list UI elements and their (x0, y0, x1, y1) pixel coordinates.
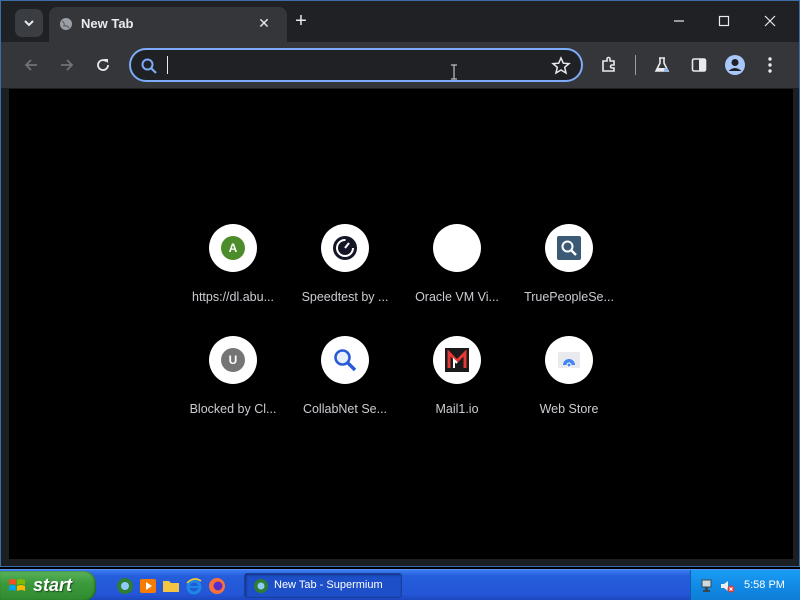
avatar-icon (725, 55, 745, 75)
task-label: New Tab - Supermium (274, 579, 383, 591)
text-caret (167, 56, 168, 74)
shortcut-tile[interactable]: CollabNet Se... (289, 336, 401, 448)
letter-a-badge-icon: A (221, 236, 245, 260)
speedometer-icon (333, 236, 357, 260)
start-label: start (33, 575, 73, 595)
maximize-icon (718, 15, 730, 27)
folder-icon[interactable] (162, 577, 180, 595)
profile-button[interactable] (723, 53, 747, 77)
tab-title: New Tab (81, 16, 134, 31)
shortcut-tile[interactable]: U Blocked by Cl... (177, 336, 289, 448)
shortcut-tile[interactable]: Oracle VM Vi... (401, 224, 513, 336)
internet-explorer-icon[interactable] (185, 577, 203, 595)
clock: 5:58 PM (744, 579, 785, 591)
bookmark-star-icon[interactable] (551, 56, 571, 76)
magnifier-icon (334, 349, 357, 372)
shortcut-favicon: U (209, 336, 257, 384)
volume-muted-icon[interactable] (719, 578, 735, 594)
shortcut-favicon (433, 336, 481, 384)
system-tray: 5:58 PM (690, 570, 800, 600)
title-bar: New Tab ✕ + (1, 1, 799, 42)
shortcut-favicon (545, 224, 593, 272)
back-button[interactable] (19, 53, 43, 77)
close-icon (764, 15, 776, 27)
start-button[interactable]: start (0, 571, 96, 600)
shortcut-tile[interactable]: A https://dl.abu... (177, 224, 289, 336)
letter-u-badge-icon: U (221, 348, 245, 372)
side-panel-button[interactable] (687, 53, 711, 77)
new-tab-page: A https://dl.abu... Speedtest by ... Ora… (9, 89, 793, 559)
reload-button[interactable] (91, 53, 115, 77)
minimize-button[interactable] (665, 7, 693, 35)
shortcut-label: Mail1.io (435, 402, 479, 416)
toolbar (1, 42, 799, 88)
taskbar: start New Tab - Supermium 5:58 PM (0, 569, 800, 600)
shortcut-favicon (321, 336, 369, 384)
shortcut-label: Blocked by Cl... (189, 402, 277, 416)
chevron-down-icon (24, 20, 34, 27)
new-tab-button[interactable]: + (291, 11, 311, 31)
close-window-button[interactable] (756, 7, 784, 35)
shortcut-label: Web Store (539, 402, 599, 416)
shortcut-tile[interactable]: Speedtest by ... (289, 224, 401, 336)
more-vert-icon (768, 57, 772, 73)
mail1-logo-icon (445, 348, 469, 372)
minimize-icon (674, 20, 684, 22)
network-icon[interactable] (701, 578, 717, 594)
magnifier-square-icon (557, 236, 581, 260)
shortcut-label: CollabNet Se... (302, 402, 388, 416)
shortcut-tile[interactable]: Mail1.io (401, 336, 513, 448)
close-tab-icon[interactable]: ✕ (255, 14, 273, 32)
ibeam-cursor-icon (451, 64, 457, 80)
shortcut-label: Oracle VM Vi... (415, 290, 499, 304)
arrow-left-icon (24, 59, 37, 71)
shortcut-favicon (545, 336, 593, 384)
shortcut-favicon (433, 224, 481, 272)
firefox-icon[interactable] (208, 577, 226, 595)
media-player-icon[interactable] (139, 577, 157, 595)
browser-window: New Tab ✕ + A https://dl.abu... Speedtes… (0, 0, 800, 567)
globe-icon (60, 18, 72, 30)
web-store-icon (558, 352, 580, 368)
menu-button[interactable] (758, 53, 782, 77)
search-icon (141, 58, 157, 74)
supermium-icon (254, 579, 268, 593)
puzzle-icon (602, 56, 615, 72)
shortcut-favicon (321, 224, 369, 272)
supermium-quicklaunch-icon[interactable] (116, 577, 134, 595)
tab-search-button[interactable] (15, 9, 43, 37)
address-bar[interactable] (129, 48, 583, 82)
tab-new-tab[interactable]: New Tab ✕ (49, 7, 287, 42)
toolbar-divider (635, 55, 636, 75)
reload-icon (97, 59, 109, 71)
shortcut-tile[interactable]: TruePeopleSe... (513, 224, 625, 336)
forward-button[interactable] (55, 53, 79, 77)
shortcut-label: https://dl.abu... (192, 290, 274, 304)
address-input[interactable] (165, 54, 545, 76)
flask-icon (654, 57, 670, 72)
extensions-button[interactable] (597, 53, 621, 77)
taskbar-task-supermium[interactable]: New Tab - Supermium (244, 573, 402, 598)
shortcut-label: Speedtest by ... (301, 290, 389, 304)
side-panel-icon (691, 58, 707, 72)
shortcut-favicon: A (209, 224, 257, 272)
shortcut-label: TruePeopleSe... (524, 290, 614, 304)
windows-logo-icon (9, 579, 25, 591)
shortcut-tile[interactable]: Web Store (513, 336, 625, 448)
maximize-button[interactable] (710, 7, 738, 35)
arrow-right-icon (61, 59, 74, 71)
labs-button[interactable] (650, 53, 674, 77)
